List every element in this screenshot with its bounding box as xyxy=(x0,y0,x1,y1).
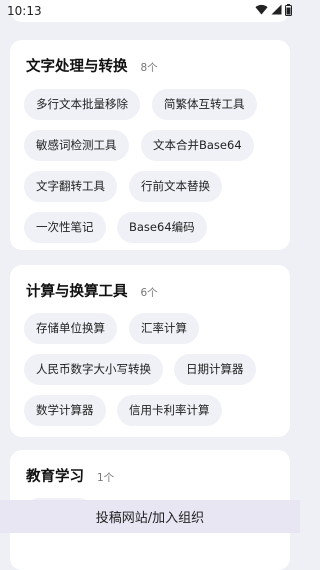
tool-chip[interactable]: 文本合并Base64 xyxy=(141,130,254,161)
tool-chip[interactable]: 简繁体互转工具 xyxy=(152,89,257,120)
status-icons xyxy=(255,3,292,19)
section-count: 8个 xyxy=(140,62,158,74)
section-title: 计算与换算工具 xyxy=(26,284,128,300)
status-time: 10:13 xyxy=(7,4,42,18)
tool-chip[interactable]: 敏感词检测工具 xyxy=(24,130,129,161)
wifi-icon xyxy=(255,4,268,18)
battery-icon xyxy=(285,3,292,19)
tool-chip[interactable]: 行前文本替换 xyxy=(129,171,222,202)
status-bar: 10:13 xyxy=(0,0,300,22)
section-header: 教育学习 1个 xyxy=(10,450,290,486)
submit-site-bar[interactable]: 投稿网站/加入组织 xyxy=(0,500,300,533)
tool-chip[interactable]: 信用卡利率计算 xyxy=(117,395,222,426)
tool-chip[interactable]: 一次性笔记 xyxy=(24,212,106,243)
section-card-calculation: 计算与换算工具 6个 存储单位换算 汇率计算 人民币数字大小写转换 日期计算器 … xyxy=(10,265,290,437)
section-card-text-processing: 文字处理与转换 8个 多行文本批量移除 简繁体互转工具 敏感词检测工具 文本合并… xyxy=(10,40,290,250)
tool-chip[interactable]: Base64编码 xyxy=(117,212,207,243)
tool-chip[interactable]: 存储单位换算 xyxy=(24,313,117,344)
tool-chip[interactable]: 人民币数字大小写转换 xyxy=(24,354,163,385)
section-title: 教育学习 xyxy=(26,469,84,485)
tool-chip[interactable]: 数学计算器 xyxy=(24,395,106,426)
tool-chip[interactable]: 日期计算器 xyxy=(174,354,256,385)
submit-site-label: 投稿网站/加入组织 xyxy=(95,511,205,526)
section-count: 1个 xyxy=(97,472,115,484)
section-header: 计算与换算工具 6个 xyxy=(10,265,290,301)
tool-chip[interactable]: 汇率计算 xyxy=(129,313,199,344)
tool-chip[interactable]: 多行文本批量移除 xyxy=(24,89,140,120)
tool-chip[interactable]: 文字翻转工具 xyxy=(24,171,117,202)
signal-icon xyxy=(271,4,282,18)
section-count: 6个 xyxy=(140,287,158,299)
section-title: 文字处理与转换 xyxy=(26,59,128,75)
section-header: 文字处理与转换 8个 xyxy=(10,40,290,76)
